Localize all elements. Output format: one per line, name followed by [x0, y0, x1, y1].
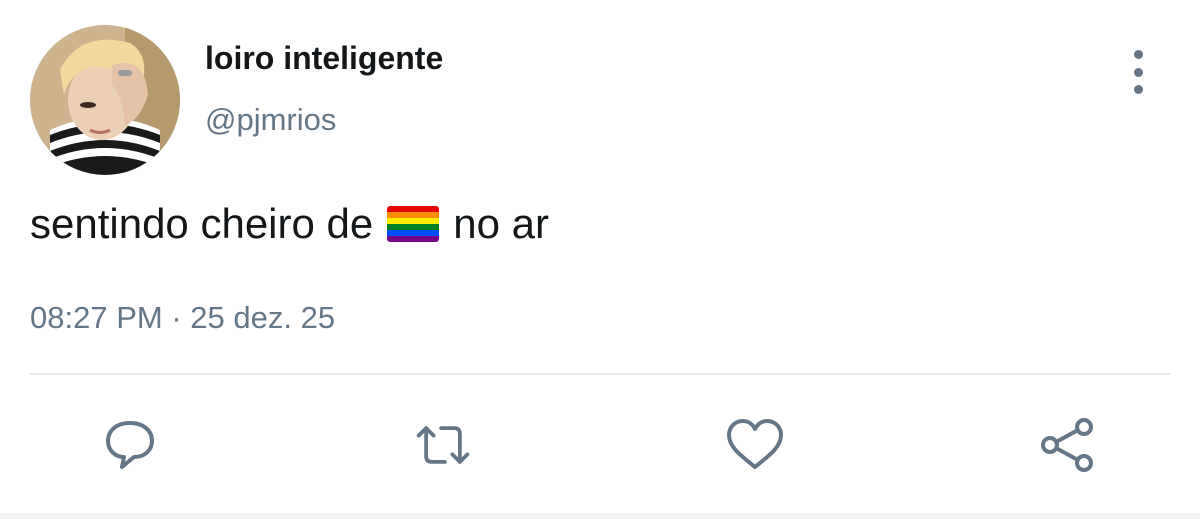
avatar[interactable]	[30, 25, 180, 175]
more-vertical-icon-dot	[1133, 67, 1143, 77]
divider	[30, 373, 1170, 375]
tweet-date: 25 dez. 25	[190, 300, 336, 335]
tweet-time: 08:27 PM	[30, 300, 163, 335]
share-button[interactable]	[1038, 415, 1098, 475]
tweet-text-after: no ar	[453, 200, 549, 247]
rainbow-flag-emoji	[387, 206, 440, 242]
more-options-button[interactable]	[1118, 50, 1158, 94]
heart-icon	[727, 419, 783, 469]
retweet-icon	[416, 426, 470, 464]
tweet-text: sentindo cheiro de no ar	[30, 200, 549, 248]
timestamp-separator: ·	[171, 300, 182, 335]
tweet-text-before: sentindo cheiro de	[30, 200, 374, 247]
username-handle[interactable]: @pjmrios	[205, 102, 336, 138]
more-vertical-icon-dot	[1133, 85, 1143, 94]
tweet-timestamp: 08:27 PM · 25 dez. 25	[30, 300, 335, 336]
avatar-image	[30, 25, 180, 175]
display-name[interactable]: loiro inteligente	[205, 40, 443, 77]
reply-button[interactable]	[100, 415, 160, 475]
share-icon	[1041, 418, 1093, 472]
more-vertical-icon	[1133, 50, 1143, 59]
retweet-button[interactable]	[413, 415, 473, 475]
bottom-border	[0, 513, 1200, 519]
reply-icon	[106, 421, 154, 469]
like-button[interactable]	[725, 415, 785, 475]
